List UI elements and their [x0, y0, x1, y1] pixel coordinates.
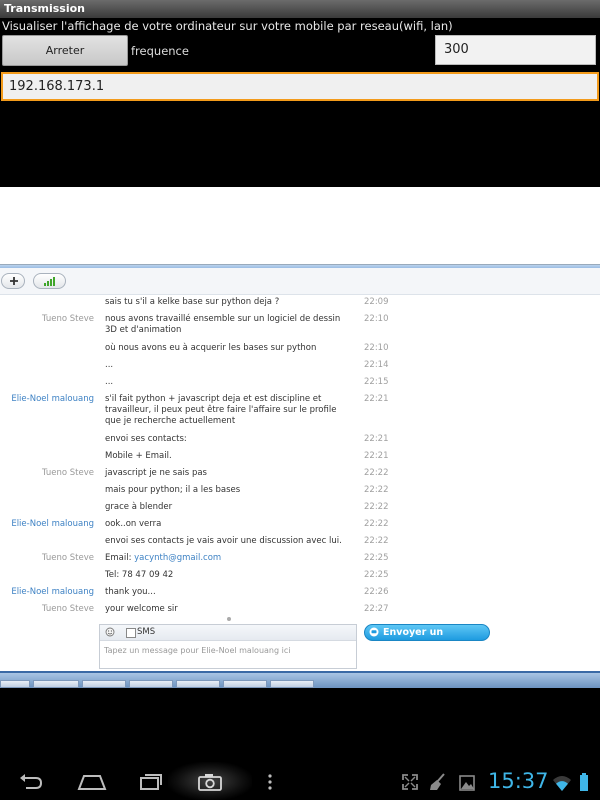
- taskbar-item[interactable]: [270, 680, 314, 688]
- message-time: 22:10: [364, 343, 389, 353]
- message-sender[interactable]: Elie-Noel malouang: [0, 394, 94, 405]
- remote-taskbar: [0, 671, 600, 688]
- send-message-button[interactable]: Envoyer un message: [364, 624, 490, 653]
- message-text: javascript je ne sais pas: [105, 468, 207, 478]
- message-time: 22:25: [364, 570, 389, 580]
- image-icon: [459, 775, 475, 791]
- status-clock: 15:37: [488, 769, 549, 793]
- menu-dots-icon[interactable]: [266, 772, 274, 792]
- taskbar-item[interactable]: [223, 680, 267, 688]
- message-text: grace à blender: [105, 502, 173, 512]
- frequency-label: frequence: [131, 44, 189, 58]
- message-text: ook..on verra: [105, 519, 162, 529]
- message-text: your welcome sir: [105, 604, 178, 614]
- sms-label: SMS: [137, 627, 156, 637]
- message-text: envoi ses contacts:: [105, 434, 187, 444]
- message-time: 22:21: [364, 434, 389, 444]
- chat-toolbar: [0, 268, 600, 295]
- camera-icon[interactable]: [197, 772, 223, 792]
- broom-icon: [430, 773, 445, 790]
- remote-screen-view[interactable]: sais tu s'il a kelke base sur python dej…: [0, 187, 600, 677]
- message-time: 22:25: [364, 553, 389, 563]
- message-text: où nous avons eu à acquerir les bases su…: [105, 343, 317, 353]
- call-quality-button[interactable]: [33, 273, 66, 289]
- email-link[interactable]: yacynth@gmail.com: [134, 553, 221, 563]
- smiley-icon[interactable]: [105, 627, 115, 637]
- sms-checkbox[interactable]: [126, 628, 136, 638]
- message-time: 22:22: [364, 468, 389, 478]
- message-time: 22:27: [364, 604, 389, 614]
- taskbar-item[interactable]: [33, 680, 79, 688]
- message-compose: SMS Tapez un message pour Elie-Noel malo…: [99, 624, 357, 669]
- message-time: 22:22: [364, 519, 389, 529]
- signal-bars-icon: [44, 277, 55, 286]
- message-text: Email: yacynth@gmail.com: [105, 553, 345, 564]
- chat-bubble-icon: [369, 627, 379, 637]
- app-subtitle: Visualiser l'affichage de votre ordinate…: [2, 19, 453, 33]
- message-sender: Tueno Steve: [41, 314, 94, 324]
- app-title: Transmission: [4, 2, 86, 15]
- app-title-bar: Transmission: [0, 0, 600, 18]
- message-time: 22:14: [364, 360, 389, 370]
- battery-icon: [580, 773, 588, 791]
- add-icon: [10, 277, 18, 285]
- message-sender[interactable]: Elie-Noel malouang: [0, 519, 94, 530]
- recent-apps-icon[interactable]: [138, 772, 164, 792]
- message-sender[interactable]: Elie-Noel malouang: [0, 587, 94, 598]
- ip-address-input[interactable]: 192.168.173.1: [1, 72, 599, 101]
- message-text: sais tu s'il a kelke base sur python dej…: [105, 297, 280, 307]
- message-time: 22:22: [364, 502, 389, 512]
- message-text: thank you...: [105, 587, 156, 597]
- message-time: 22:21: [364, 451, 389, 461]
- message-text: nous avons travaillé ensemble sur un log…: [105, 314, 341, 335]
- frequency-input[interactable]: 300: [435, 35, 596, 65]
- message-sender[interactable]: Tueno Steve: [0, 468, 94, 479]
- compose-toolbar: SMS: [100, 625, 356, 641]
- message-text: mais pour python; il a les bases: [105, 485, 241, 495]
- message-sender[interactable]: Tueno Steve: [0, 604, 94, 615]
- message-time: 22:21: [364, 394, 389, 404]
- message-text: ...: [105, 360, 114, 370]
- back-icon[interactable]: [16, 772, 46, 792]
- message-text: ...: [105, 377, 114, 387]
- message-text: envoi ses contacts je vais avoir une dis…: [105, 536, 342, 546]
- message-time: 22:09: [364, 297, 389, 307]
- message-text: Mobile + Email.: [105, 451, 172, 461]
- add-button[interactable]: [1, 273, 25, 289]
- android-navigation-bar: 15:37: [0, 762, 600, 800]
- message-sender[interactable]: Tueno Steve: [0, 553, 94, 564]
- wifi-icon: [553, 776, 571, 791]
- fullscreen-icon: [402, 774, 418, 790]
- home-icon[interactable]: [76, 772, 108, 792]
- message-time: 22:15: [364, 377, 389, 387]
- email-label: Email:: [105, 553, 132, 563]
- taskbar-item[interactable]: [0, 680, 30, 688]
- message-text: s'il fait python + javascript deja et es…: [105, 394, 337, 426]
- message-time: 22:26: [364, 587, 389, 597]
- message-time: 22:22: [364, 485, 389, 495]
- message-input[interactable]: Tapez un message pour Elie-Noel malouang…: [104, 646, 290, 655]
- send-message-label: Envoyer un message: [383, 627, 444, 653]
- taskbar-item[interactable]: [129, 680, 173, 688]
- message-time: 22:10: [364, 314, 389, 324]
- message-time: 22:22: [364, 536, 389, 546]
- taskbar-item[interactable]: [82, 680, 126, 688]
- message-text: Tel: 78 47 09 42: [105, 570, 174, 580]
- taskbar-item[interactable]: [176, 680, 220, 688]
- stop-button[interactable]: Arreter: [2, 35, 128, 66]
- resize-grip-icon[interactable]: [227, 617, 231, 621]
